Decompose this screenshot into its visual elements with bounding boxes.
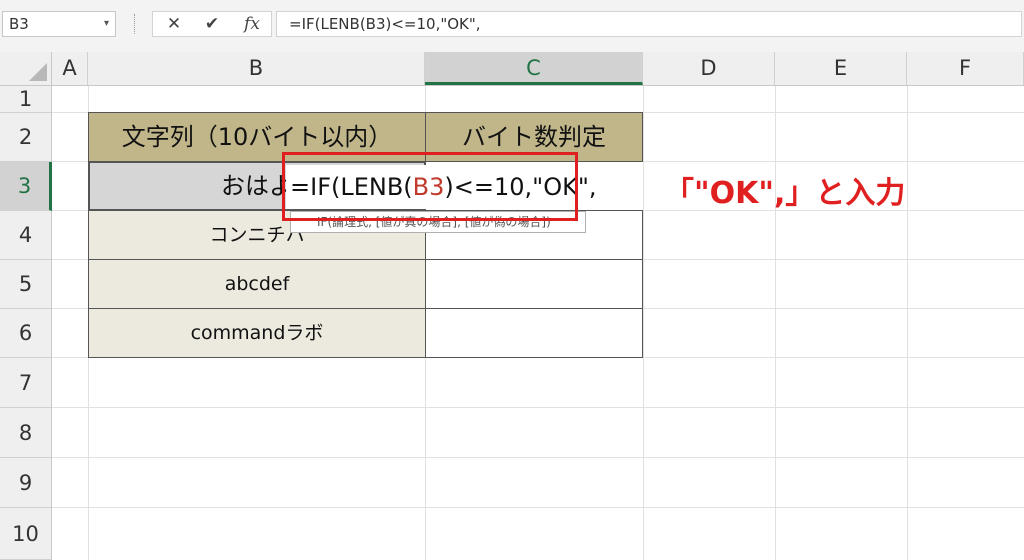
gridline (775, 86, 776, 560)
insert-function-icon[interactable]: fx (239, 12, 265, 36)
cell-c6[interactable] (425, 308, 643, 358)
annotation-text: 「"OK",」と入力 (664, 176, 906, 211)
row-header-6[interactable]: 6 (0, 309, 51, 358)
row-header-10[interactable]: 10 (0, 508, 51, 560)
gridline (52, 407, 1024, 408)
name-box-value: B3 (9, 15, 29, 33)
column-header-f[interactable]: F (907, 52, 1024, 85)
row-header-9[interactable]: 9 (0, 458, 51, 508)
row-header-5[interactable]: 5 (0, 260, 51, 309)
row-header-2[interactable]: 2 (0, 113, 51, 162)
gridline (52, 507, 1024, 508)
column-header-e[interactable]: E (775, 52, 907, 85)
gridline (907, 86, 908, 560)
chevron-down-icon[interactable]: ▾ (104, 12, 109, 36)
row-header-8[interactable]: 8 (0, 408, 51, 458)
row-headers: 1 2 3 4 5 6 7 8 9 10 (0, 86, 52, 560)
column-headers: A B C D E F (0, 52, 1024, 86)
highlight-box (282, 152, 578, 221)
cell-b5[interactable]: abcdef (88, 259, 426, 309)
separator (134, 14, 137, 34)
formula-input[interactable]: =IF(LENB(B3)<=10,"OK", (276, 11, 1022, 37)
cancel-icon[interactable]: ✕ (161, 12, 187, 36)
row-header-4[interactable]: 4 (0, 211, 51, 260)
column-header-b[interactable]: B (88, 52, 425, 85)
row-header-7[interactable]: 7 (0, 358, 51, 408)
row-header-1[interactable]: 1 (0, 86, 51, 113)
column-header-d[interactable]: D (643, 52, 775, 85)
gridline (52, 457, 1024, 458)
column-header-a[interactable]: A (52, 52, 88, 85)
select-all-triangle (29, 63, 47, 81)
name-box[interactable]: B3 ▾ (2, 11, 116, 37)
cell-c5[interactable] (425, 259, 643, 309)
cell-b6[interactable]: commandラボ (88, 308, 426, 358)
enter-icon[interactable]: ✔ (199, 12, 225, 36)
formula-controls: ✕ ✔ fx (152, 11, 272, 37)
gridline (643, 86, 644, 560)
select-all-corner[interactable] (0, 52, 52, 85)
column-header-c[interactable]: C (425, 52, 643, 85)
row-header-3[interactable]: 3 (0, 162, 52, 211)
formula-bar: B3 ▾ ✕ ✔ fx =IF(LENB(B3)<=10,"OK", (0, 0, 1024, 52)
